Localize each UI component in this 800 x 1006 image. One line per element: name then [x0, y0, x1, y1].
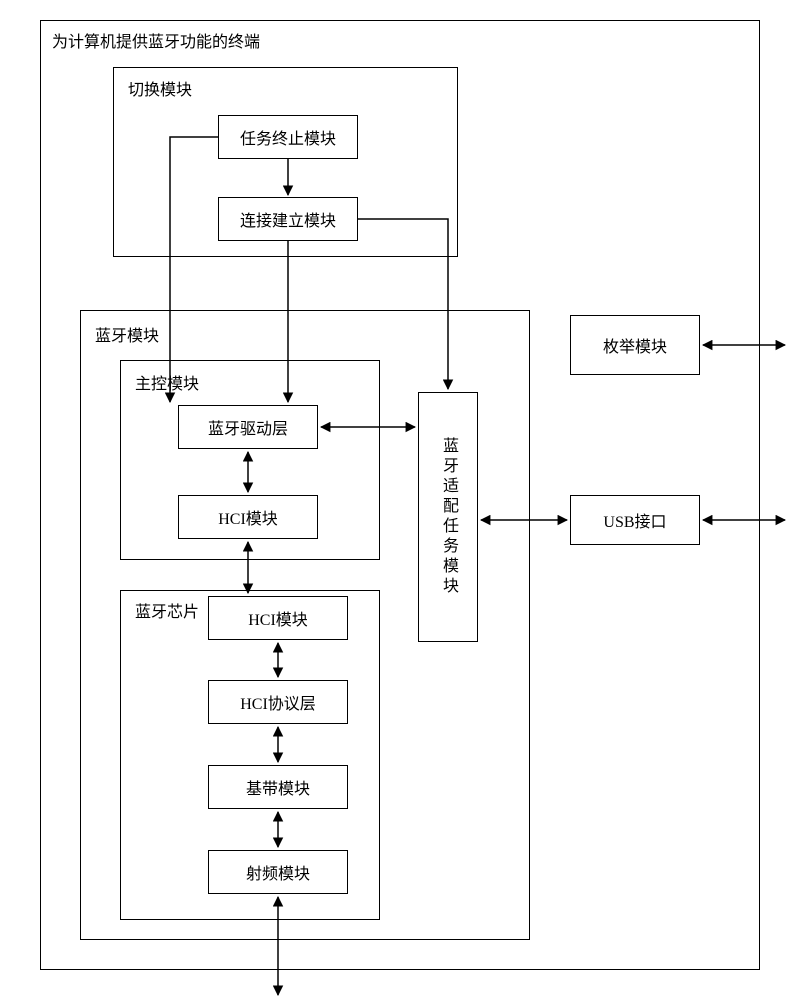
- rf-box: 射频模块: [208, 850, 348, 894]
- bluetooth-module-label: 蓝牙模块: [95, 322, 159, 346]
- task-terminate-box: 任务终止模块: [218, 115, 358, 159]
- baseband-box: 基带模块: [208, 765, 348, 809]
- rf-label: 射频模块: [246, 860, 310, 884]
- bt-chip-label: 蓝牙芯片: [135, 598, 199, 622]
- host-hci-box: HCI模块: [178, 495, 318, 539]
- enum-module-box: 枚举模块: [570, 315, 700, 375]
- bt-driver-box: 蓝牙驱动层: [178, 405, 318, 449]
- switch-module-label: 切换模块: [128, 76, 192, 100]
- conn-establish-label: 连接建立模块: [240, 207, 336, 231]
- enum-module-label: 枚举模块: [603, 333, 667, 357]
- hci-proto-box: HCI协议层: [208, 680, 348, 724]
- adapter-task-label: 蓝牙适配任务模块: [436, 437, 460, 597]
- conn-establish-box: 连接建立模块: [218, 197, 358, 241]
- baseband-label: 基带模块: [246, 775, 310, 799]
- usb-interface-box: USB接口: [570, 495, 700, 545]
- hci-proto-label: HCI协议层: [240, 690, 316, 714]
- task-terminate-label: 任务终止模块: [240, 125, 336, 149]
- usb-interface-label: USB接口: [603, 508, 666, 532]
- diagram-canvas: 为计算机提供蓝牙功能的终端 切换模块 任务终止模块 连接建立模块 蓝牙模块 主控…: [0, 0, 800, 1006]
- chip-hci-box: HCI模块: [208, 596, 348, 640]
- host-module-label: 主控模块: [135, 370, 199, 394]
- bt-driver-label: 蓝牙驱动层: [208, 415, 288, 439]
- host-hci-label: HCI模块: [218, 505, 278, 529]
- terminal-label: 为计算机提供蓝牙功能的终端: [52, 28, 260, 52]
- adapter-task-box: 蓝牙适配任务模块: [418, 392, 478, 642]
- chip-hci-label: HCI模块: [248, 606, 308, 630]
